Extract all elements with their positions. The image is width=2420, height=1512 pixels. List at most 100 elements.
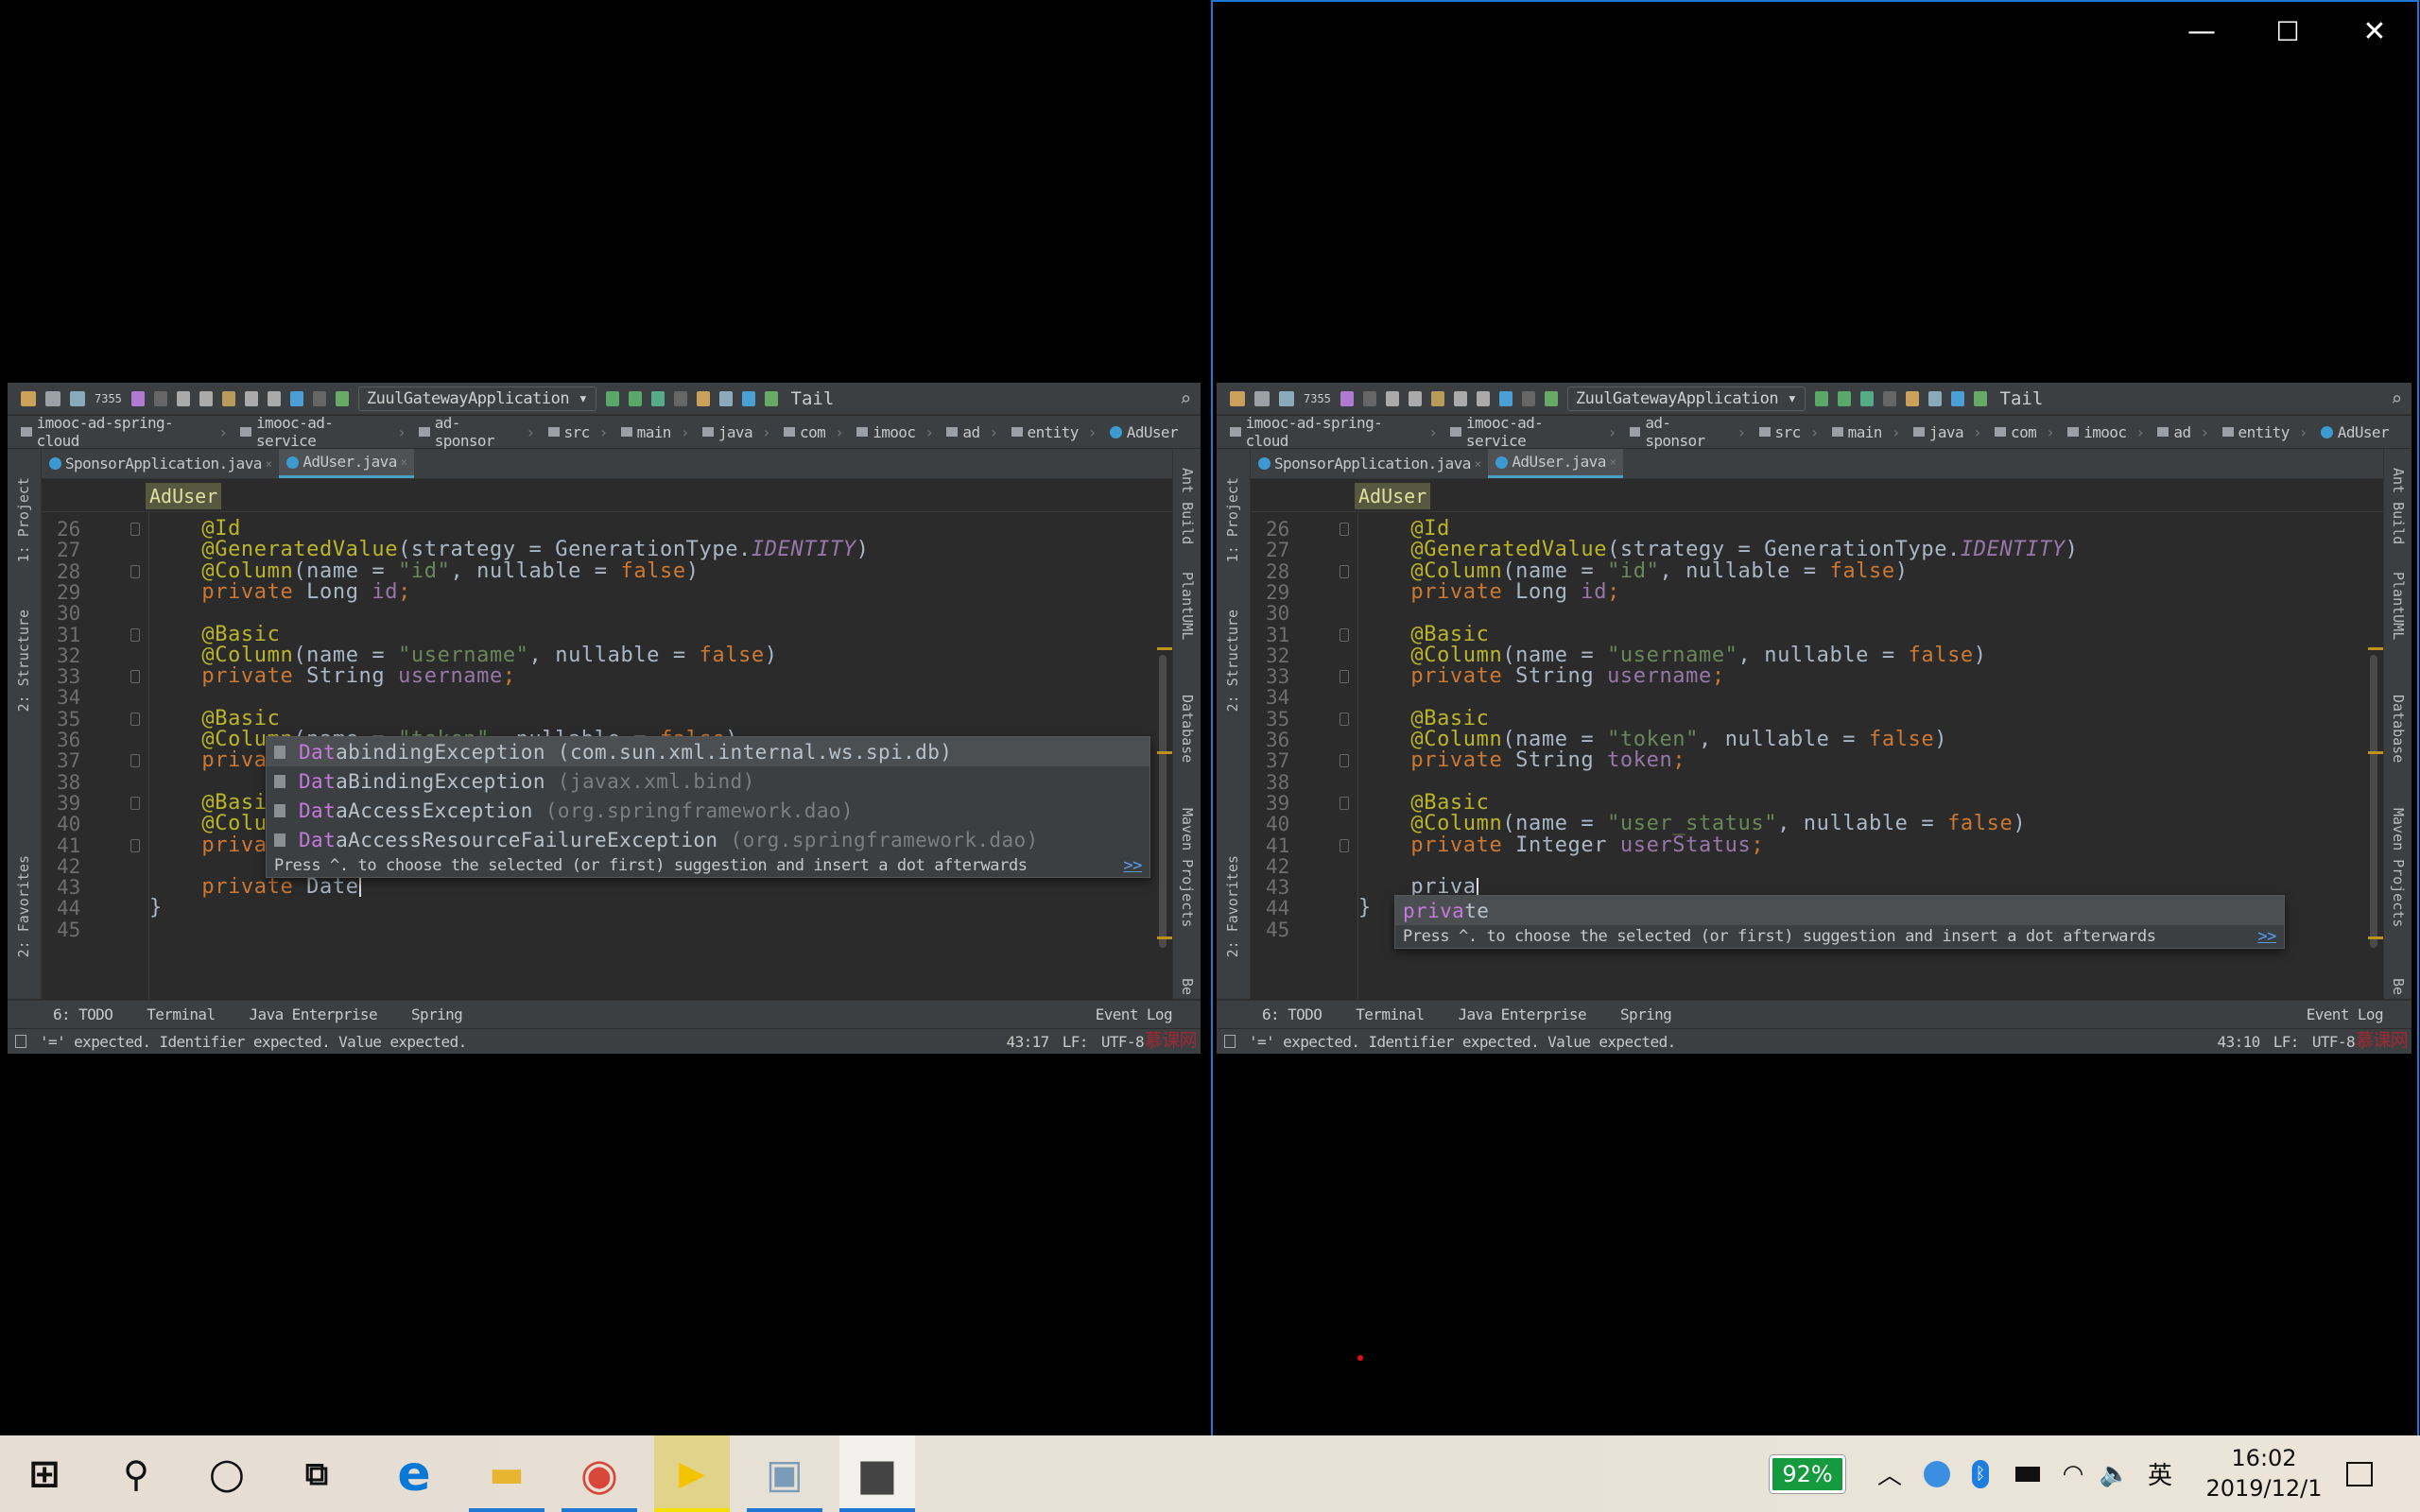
vcs-counter[interactable]: 7355 xyxy=(1304,392,1331,405)
tool-window--project[interactable]: 1: Project xyxy=(15,477,32,562)
line-separator[interactable]: LF: xyxy=(1063,1033,1089,1051)
tab-close-icon[interactable]: × xyxy=(1475,450,1481,478)
encoding[interactable]: UTF-8 xyxy=(1101,1033,1145,1051)
search-everywhere-icon[interactable]: ⌕ xyxy=(1180,387,1191,410)
undo-icon[interactable] xyxy=(130,390,145,406)
structure-icon[interactable] xyxy=(1927,390,1942,406)
bottom-tab-terminal[interactable]: Terminal xyxy=(1356,1005,1425,1023)
encoding[interactable]: UTF-8 xyxy=(2312,1033,2356,1051)
cut-icon[interactable] xyxy=(176,390,190,406)
tool-window-ant-build[interactable]: Ant Build xyxy=(1179,468,1196,544)
maximize-button[interactable]: ☐ xyxy=(2259,13,2316,51)
tab-sponsorapplication-java[interactable]: SponsorApplication.java × xyxy=(42,449,279,478)
coverage-icon[interactable] xyxy=(650,390,665,406)
status-toggle-icon[interactable] xyxy=(1224,1035,1236,1048)
ime-indicator[interactable]: 英 xyxy=(2144,1435,2176,1512)
cortana-button[interactable]: ○ xyxy=(189,1435,265,1512)
stop-icon[interactable] xyxy=(673,390,687,406)
fold-marker-icon[interactable] xyxy=(1340,670,1349,684)
stop-icon[interactable] xyxy=(1882,390,1896,406)
completion-item[interactable]: Dat abindingException (com.sun.xml.intern… xyxy=(267,737,1150,766)
breadcrumb-item[interactable]: java xyxy=(1912,423,1981,441)
fold-marker-icon[interactable] xyxy=(130,838,140,852)
breadcrumb-item[interactable]: ad xyxy=(946,423,997,441)
tab-aduser-java[interactable]: AdUser.java × xyxy=(1488,449,1624,478)
run-icon[interactable] xyxy=(605,390,619,406)
bluetooth-icon[interactable]: ᛒ xyxy=(1969,1435,1992,1512)
save-icon[interactable] xyxy=(45,390,60,406)
fold-marker-icon[interactable] xyxy=(1340,627,1349,642)
breadcrumb-item[interactable]: imooc xyxy=(2067,423,2144,441)
show-hidden-icons-chevron-icon[interactable]: ︿ xyxy=(1876,1435,1904,1512)
tool-window--favorites[interactable]: 2: Favorites xyxy=(1224,855,1241,957)
back-icon[interactable] xyxy=(289,390,303,406)
save-icon[interactable] xyxy=(1254,390,1270,406)
bottom-tab-spring[interactable]: Spring xyxy=(411,1005,463,1023)
event-log-button[interactable]: Event Log xyxy=(2307,1005,2384,1023)
file-explorer-app[interactable]: ▬ xyxy=(469,1435,544,1512)
volume-icon[interactable]: 🔈 xyxy=(2100,1435,2130,1512)
bottom-tab--todo[interactable]: 6: TODO xyxy=(1262,1005,1322,1023)
breadcrumb-item[interactable]: com xyxy=(784,423,843,441)
copy-icon[interactable] xyxy=(1408,390,1422,406)
vcs-icon[interactable] xyxy=(696,390,710,406)
completion-item[interactable]: Dat aAccessException (org.springframework… xyxy=(267,796,1150,825)
search-button[interactable]: ⚲ xyxy=(98,1435,174,1512)
bottom-tab-spring[interactable]: Spring xyxy=(1620,1005,1672,1023)
tab-sponsorapplication-java[interactable]: SponsorApplication.java × xyxy=(1251,449,1488,478)
breadcrumb-item[interactable]: ad xyxy=(2157,423,2208,441)
tool-window-be[interactable]: Be xyxy=(2390,978,2407,995)
fold-marker-icon[interactable] xyxy=(130,670,140,684)
battery-indicator[interactable]: 92% xyxy=(1766,1435,1849,1512)
run-configuration-select[interactable]: ZuulGatewayApplication ▾ xyxy=(1566,386,1806,411)
breadcrumb-item[interactable]: ad-sponsor xyxy=(419,414,534,450)
help-icon[interactable] xyxy=(1950,390,1964,406)
video-editor-app[interactable]: ■ xyxy=(839,1435,915,1512)
search-everywhere-icon[interactable]: ⌕ xyxy=(2391,387,2402,410)
run-configuration-select[interactable]: ZuulGatewayApplication ▾ xyxy=(357,386,596,411)
redo-icon[interactable] xyxy=(1362,390,1376,406)
edge-app[interactable]: e xyxy=(376,1435,452,1512)
task-view-button[interactable]: ⧉ xyxy=(279,1435,354,1512)
tab-aduser-java[interactable]: AdUser.java × xyxy=(279,448,415,478)
find-icon[interactable] xyxy=(244,390,258,406)
editor-scrollbar[interactable] xyxy=(2370,655,2377,948)
forward-icon[interactable] xyxy=(1521,390,1535,406)
find-icon[interactable] xyxy=(1453,390,1467,406)
tool-window--project[interactable]: 1: Project xyxy=(1224,477,1241,562)
completion-more-link[interactable]: >> xyxy=(2257,927,2276,946)
breadcrumb-item[interactable]: com xyxy=(1995,423,2054,441)
start-button[interactable]: ⊞ xyxy=(7,1435,82,1512)
close-button[interactable]: ✕ xyxy=(2346,13,2403,51)
open-folder-icon[interactable] xyxy=(21,390,36,406)
tail-icon[interactable] xyxy=(764,390,778,406)
completion-item[interactable]: priva te xyxy=(1395,896,2284,925)
undo-icon[interactable] xyxy=(1340,390,1354,406)
tool-window-plantuml[interactable]: PlantUML xyxy=(2390,572,2407,640)
tab-close-icon[interactable]: × xyxy=(266,450,272,478)
run-icon[interactable] xyxy=(1814,390,1828,406)
open-folder-icon[interactable] xyxy=(1230,390,1245,406)
vcs-icon[interactable] xyxy=(1905,390,1919,406)
paste-icon[interactable] xyxy=(221,390,235,406)
tool-window-maven-projects[interactable]: Maven Projects xyxy=(1179,808,1196,927)
caret-position[interactable]: 43:10 xyxy=(2218,1033,2261,1051)
status-toggle-icon[interactable] xyxy=(15,1035,26,1048)
tab-close-icon[interactable]: × xyxy=(401,448,407,476)
breadcrumb-item[interactable]: imooc-ad-service xyxy=(1450,414,1616,450)
player-app[interactable]: ▶ xyxy=(654,1435,730,1512)
breadcrumb-item[interactable]: java xyxy=(701,423,770,441)
fold-marker-icon[interactable] xyxy=(130,796,140,810)
bottom-tab-java-enterprise[interactable]: Java Enterprise xyxy=(1459,1005,1587,1023)
breadcrumb-item[interactable]: imooc-ad-spring-cloud xyxy=(1230,414,1437,450)
coverage-icon[interactable] xyxy=(1859,390,1874,406)
build-icon[interactable] xyxy=(335,390,349,406)
tool-window--structure[interactable]: 2: Structure xyxy=(1224,610,1241,712)
breadcrumb-item[interactable]: imooc-ad-service xyxy=(240,414,406,450)
breadcrumb-item[interactable]: src xyxy=(1758,423,1819,441)
fold-marker-icon[interactable] xyxy=(130,754,140,768)
breadcrumb-item[interactable]: imooc xyxy=(856,423,933,441)
tool-window--structure[interactable]: 2: Structure xyxy=(15,610,32,712)
copy-icon[interactable] xyxy=(199,390,213,406)
redo-icon[interactable] xyxy=(153,390,167,406)
